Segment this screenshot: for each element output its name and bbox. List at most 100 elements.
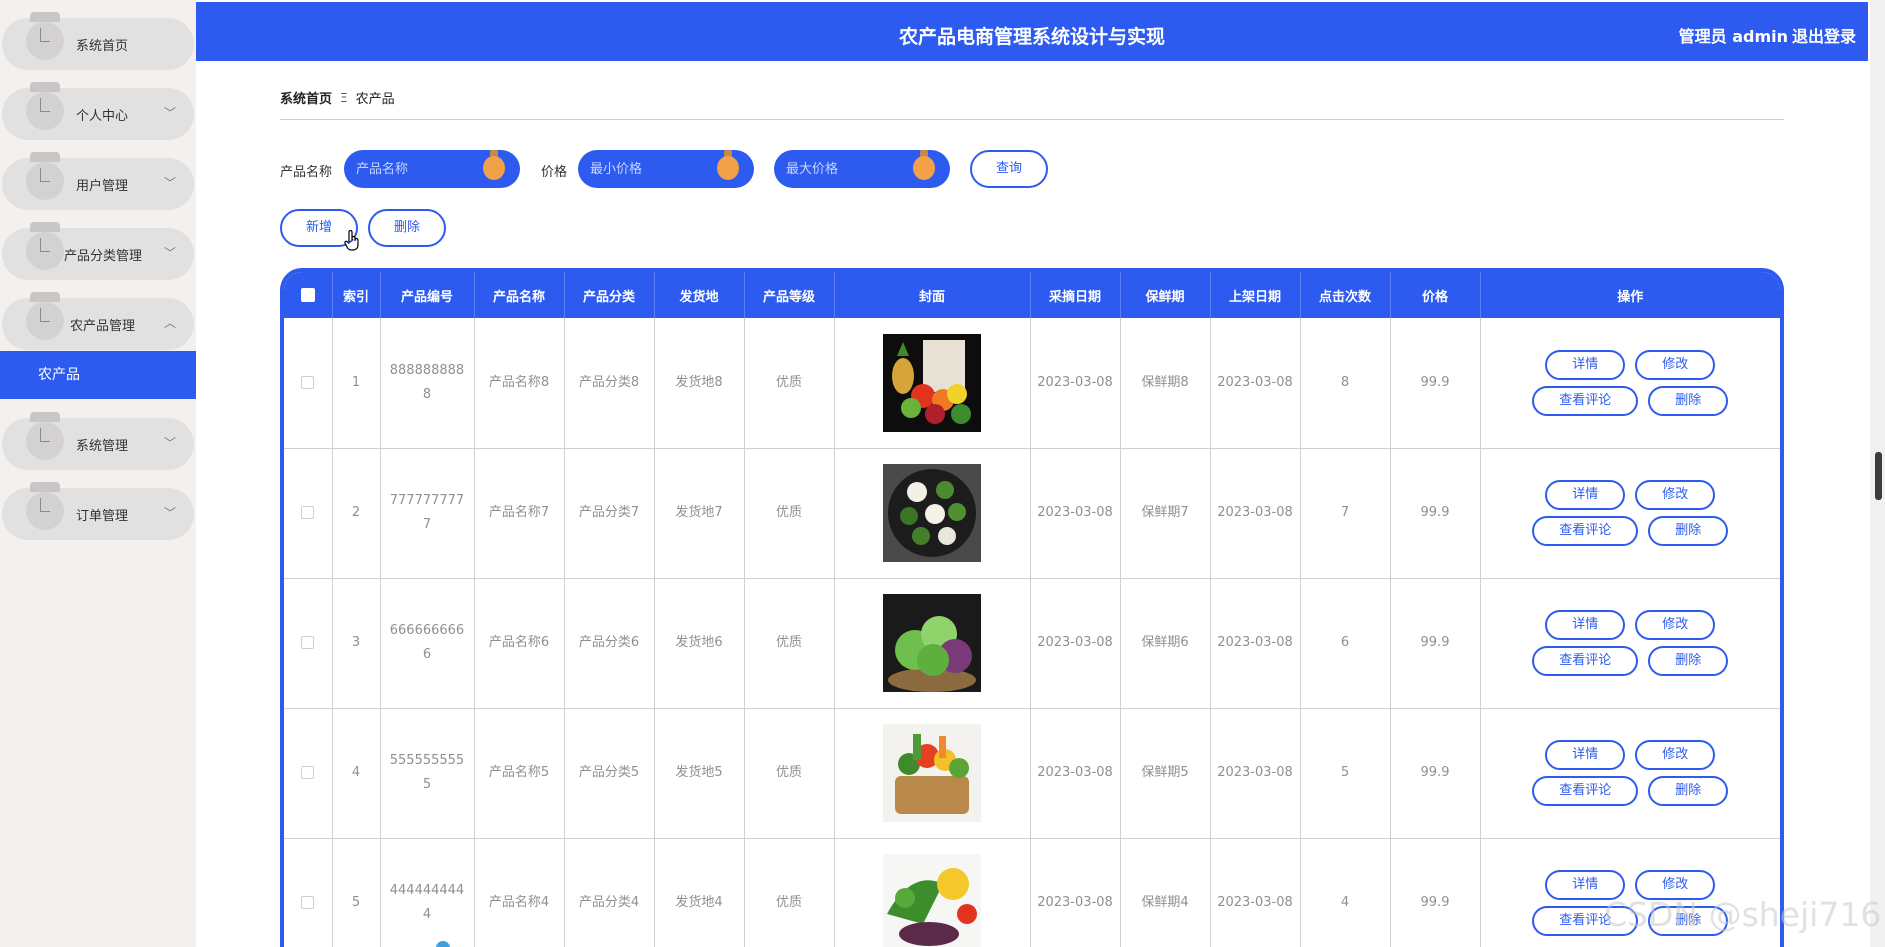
- row-checkbox[interactable]: [284, 838, 333, 947]
- view-reviews-button[interactable]: 查看评论: [1532, 516, 1639, 546]
- detail-button[interactable]: 详情: [1545, 480, 1626, 510]
- sidebar-item-product-management[interactable]: 农产品管理 ︿: [2, 292, 194, 350]
- chevron-down-icon: ﹀: [164, 246, 177, 260]
- column-header: 价格: [1390, 272, 1481, 318]
- cell-list-date: 2023-03-08: [1210, 708, 1301, 839]
- bulk-delete-button[interactable]: 删除: [368, 209, 446, 247]
- row-delete-button[interactable]: 删除: [1648, 776, 1729, 806]
- breadcrumb-home[interactable]: 系统首页: [280, 88, 332, 107]
- cell-price: 99.9: [1390, 318, 1481, 449]
- cell-operations: 详情 修改 查看评论 删除: [1480, 708, 1780, 839]
- detail-button[interactable]: 详情: [1545, 740, 1626, 770]
- cell-category: 产品分类4: [564, 838, 655, 947]
- cell-index: 4: [332, 708, 381, 839]
- cell-origin: 发货地8: [654, 318, 745, 449]
- select-all-checkbox[interactable]: [284, 272, 333, 318]
- cell-grade: 优质: [744, 448, 835, 579]
- sidebar-item-personal-center[interactable]: 个人中心 ﹀: [2, 82, 194, 140]
- sidebar-item-order-management[interactable]: 订单管理 ﹀: [2, 482, 194, 540]
- chevron-down-icon: ﹀: [164, 506, 177, 520]
- table-row: 2 7777777777 产品名称7 产品分类7 发货地7 优质 2023-03…: [284, 448, 1780, 579]
- menu-badge-icon: [26, 152, 64, 210]
- sidebar-item-category-management[interactable]: 产品分类管理 ﹀: [2, 222, 194, 280]
- cell-code: 7777777777: [380, 448, 475, 579]
- cell-code: 5555555555: [380, 708, 475, 839]
- column-header: 产品编号: [380, 272, 475, 318]
- view-reviews-button[interactable]: 查看评论: [1532, 776, 1639, 806]
- orange-knob-icon: [913, 150, 935, 180]
- column-header: 点击次数: [1300, 272, 1391, 318]
- cell-category: 产品分类6: [564, 578, 655, 709]
- sidebar-item-user-management[interactable]: 用户管理 ﹀: [2, 152, 194, 210]
- cell-shelf-life: 保鲜期7: [1120, 448, 1211, 579]
- row-delete-button[interactable]: 删除: [1648, 385, 1729, 416]
- row-checkbox[interactable]: [284, 708, 333, 839]
- view-reviews-button[interactable]: 查看评论: [1532, 385, 1639, 416]
- cell-shelf-life: 保鲜期6: [1120, 578, 1211, 709]
- query-button[interactable]: 查询: [970, 150, 1048, 188]
- chevron-up-icon: ︿: [164, 316, 177, 330]
- menu-badge-icon: [26, 482, 64, 540]
- column-header: 保鲜期: [1120, 272, 1211, 318]
- top-header: 农产品电商管理系统设计与实现 管理员 admin 退出登录: [196, 2, 1868, 61]
- column-header: 索引: [332, 272, 381, 318]
- edit-button[interactable]: 修改: [1635, 740, 1716, 770]
- cell-index: 3: [332, 578, 381, 709]
- table-row: 5 4444444444 产品名称4 产品分类4 发货地4 优质 2023-03…: [284, 838, 1780, 947]
- cell-origin: 发货地5: [654, 708, 745, 839]
- cell-price: 99.9: [1390, 578, 1481, 709]
- edit-button[interactable]: 修改: [1635, 610, 1716, 640]
- menu-badge-icon: [26, 222, 64, 280]
- mixed-vegetables-image: [883, 854, 981, 947]
- broccoli-plate-image: [883, 464, 981, 562]
- cell-grade: 优质: [744, 578, 835, 709]
- cell-index: 5: [332, 838, 381, 947]
- cell-cover: [834, 448, 1031, 579]
- sidebar-item-label: 农产品管理: [70, 319, 136, 334]
- divider: [280, 119, 1784, 120]
- table-row: 1 8888888888 产品名称8 产品分类8 发货地8 优质 2023-03…: [284, 318, 1780, 449]
- breadcrumb: 系统首页 Ξ 农产品: [280, 88, 395, 108]
- cell-pick-date: 2023-03-08: [1030, 318, 1121, 449]
- cell-pick-date: 2023-03-08: [1030, 448, 1121, 579]
- row-checkbox[interactable]: [284, 318, 333, 449]
- row-delete-button[interactable]: 删除: [1648, 516, 1729, 546]
- cell-clicks: 6: [1300, 578, 1391, 709]
- sidebar-item-home[interactable]: 系统首页: [2, 12, 194, 70]
- sidebar: 系统首页 个人中心 ﹀ 用户管理 ﹀ 产品分类管理 ﹀ 农产品管理 ︿ 农产品 …: [0, 0, 196, 947]
- detail-button[interactable]: 详情: [1545, 349, 1626, 380]
- edit-button[interactable]: 修改: [1635, 349, 1716, 380]
- cell-origin: 发货地4: [654, 838, 745, 947]
- cell-price: 99.9: [1390, 838, 1481, 947]
- cell-pick-date: 2023-03-08: [1030, 838, 1121, 947]
- cell-list-date: 2023-03-08: [1210, 318, 1301, 449]
- edit-button[interactable]: 修改: [1635, 480, 1716, 510]
- cell-origin: 发货地6: [654, 578, 745, 709]
- column-header: 产品分类: [564, 272, 655, 318]
- cell-name: 产品名称6: [474, 578, 565, 709]
- cell-operations: 详情 修改 查看评论 删除: [1480, 578, 1780, 709]
- cell-category: 产品分类5: [564, 708, 655, 839]
- cell-category: 产品分类7: [564, 448, 655, 579]
- cell-code: 4444444444: [380, 838, 475, 947]
- orange-knob-icon: [717, 150, 739, 180]
- cell-grade: 优质: [744, 838, 835, 947]
- row-checkbox[interactable]: [284, 448, 333, 579]
- chevron-down-icon: ﹀: [164, 106, 177, 120]
- cell-cover: [834, 318, 1031, 449]
- sidebar-item-system-management[interactable]: 系统管理 ﹀: [2, 412, 194, 470]
- cell-clicks: 7: [1300, 448, 1391, 579]
- cell-category: 产品分类8: [564, 318, 655, 449]
- row-checkbox[interactable]: [284, 578, 333, 709]
- detail-button[interactable]: 详情: [1545, 610, 1626, 640]
- row-delete-button[interactable]: 删除: [1648, 646, 1729, 676]
- cell-grade: 优质: [744, 708, 835, 839]
- scrollbar-thumb[interactable]: [1875, 452, 1882, 500]
- page-title: 农产品电商管理系统设计与实现: [898, 26, 1165, 48]
- logout-link[interactable]: 退出登录: [1792, 23, 1856, 47]
- column-header: 发货地: [654, 272, 745, 318]
- view-reviews-button[interactable]: 查看评论: [1532, 646, 1639, 676]
- sidebar-subitem-products[interactable]: 农产品: [0, 351, 196, 399]
- sidebar-item-label: 用户管理: [76, 179, 129, 194]
- vegetable-basket-image: [883, 333, 981, 432]
